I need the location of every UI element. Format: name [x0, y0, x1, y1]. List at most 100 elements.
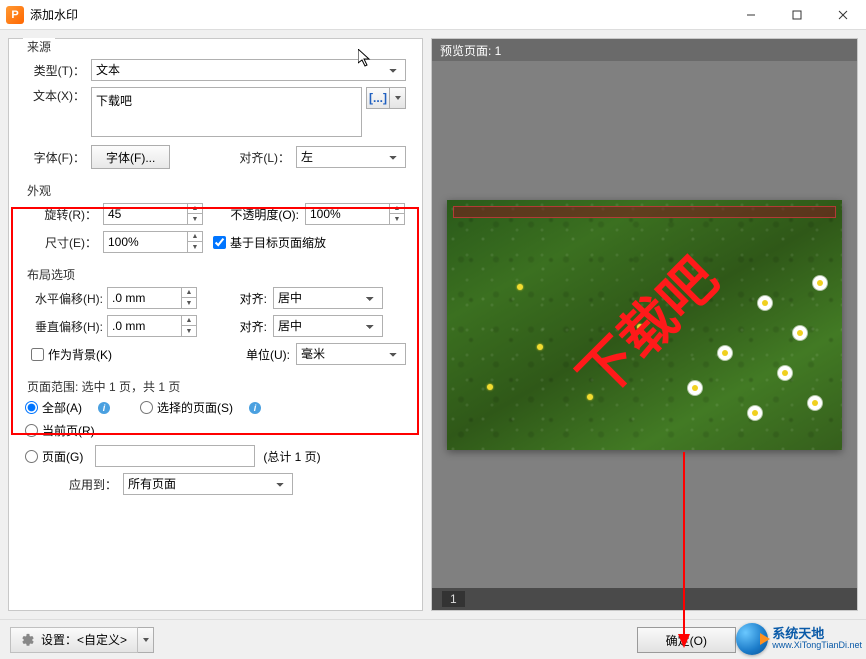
type-label: 类型(T)：	[25, 62, 85, 79]
font-label: 字体(F)：	[25, 149, 85, 166]
chevron-up-icon[interactable]: ▲	[188, 204, 202, 214]
arrow-icon	[760, 633, 770, 645]
flower-icon	[718, 346, 732, 360]
align-label: 对齐(L)：	[230, 149, 290, 166]
group-source-title: 来源	[23, 38, 55, 55]
radio-pages[interactable]: 页面(G)	[25, 448, 83, 465]
chevron-up-icon[interactable]: ▲	[188, 232, 202, 242]
group-appearance: 外观 旋转(R)： ▲▼ 不透明度(O): ▲▼ 尺寸(E)：	[15, 189, 416, 267]
group-pagerange-title: 页面范围: 选中 1 页，共 1 页	[23, 378, 184, 395]
flower-icon	[793, 326, 807, 340]
font-button[interactable]: 字体(F)...	[91, 145, 170, 169]
opacity-label: 不透明度(O):	[209, 206, 299, 223]
pages-hint: (总计 1 页)	[263, 448, 320, 465]
scale-relative-label: 基于目标页面缩放	[230, 234, 326, 251]
as-bg-checkbox[interactable]: 作为背景(K)	[31, 346, 112, 363]
as-bg-check[interactable]	[31, 348, 44, 361]
left-pane: 来源 类型(T)： 文本 文本(X)： 下载吧 [...] 字体(F)： 字体(…	[8, 38, 423, 611]
browse-text-button[interactable]: [...]	[366, 87, 390, 109]
flower-icon	[537, 344, 543, 350]
unit-label: 单位(U):	[220, 346, 290, 363]
minimize-button[interactable]	[728, 0, 774, 30]
branding-en: www.XiTongTianDi.net	[772, 641, 862, 651]
pages-input[interactable]	[95, 445, 255, 467]
settings-dropdown-button[interactable]	[138, 627, 154, 653]
hoffset-label: 水平偏移(H):	[25, 290, 103, 307]
opacity-spinner[interactable]: ▲▼	[305, 203, 405, 225]
applyto-select[interactable]: 所有页面	[123, 473, 293, 495]
group-layout-title: 布局选项	[23, 266, 79, 283]
browse-dropdown-button[interactable]	[390, 87, 406, 109]
right-pane: 预览页面: 1 下载吧 1	[431, 38, 858, 611]
group-pagerange: 页面范围: 选中 1 页，共 1 页 全部(A) i 选择的页面(S) i 当前…	[15, 385, 416, 509]
group-appearance-title: 外观	[23, 182, 55, 199]
flower-icon	[688, 381, 702, 395]
align2-label: 对齐:	[197, 318, 267, 335]
scale-label: 尺寸(E)：	[25, 234, 97, 251]
group-layout: 布局选项 水平偏移(H): ▲▼ 对齐: 居中 垂直偏移(H): ▲▼	[15, 273, 416, 379]
applyto-label: 应用到：	[25, 476, 117, 493]
flower-icon	[808, 396, 822, 410]
branding-cn: 系统天地	[772, 627, 862, 641]
align2-select[interactable]: 居中	[273, 315, 383, 337]
align-select[interactable]: 左	[296, 146, 406, 168]
chevron-down-icon[interactable]: ▼	[188, 214, 202, 224]
title-bar: P 添加水印	[0, 0, 866, 30]
settings-label: 设置：<自定义>	[41, 631, 127, 648]
flower-icon	[517, 284, 523, 290]
radio-selected[interactable]: 选择的页面(S)	[140, 399, 233, 416]
demo-banner	[453, 206, 836, 218]
globe-icon	[736, 623, 768, 655]
align1-select[interactable]: 居中	[273, 287, 383, 309]
voffset-label: 垂直偏移(H):	[25, 318, 103, 335]
group-source: 来源 类型(T)： 文本 文本(X)： 下载吧 [...] 字体(F)： 字体(…	[15, 45, 416, 183]
window-title: 添加水印	[30, 6, 78, 23]
chevron-up-icon[interactable]: ▲	[182, 288, 196, 298]
chevron-up-icon[interactable]: ▲	[182, 316, 196, 326]
text-label: 文本(X)：	[25, 87, 85, 104]
rotate-spinner[interactable]: ▲▼	[103, 203, 203, 225]
content-area: 来源 类型(T)： 文本 文本(X)： 下载吧 [...] 字体(F)： 字体(…	[0, 30, 866, 619]
flower-icon	[748, 406, 762, 420]
chevron-down-icon[interactable]: ▼	[390, 214, 404, 224]
hoffset-spinner[interactable]: ▲▼	[107, 287, 197, 309]
close-button[interactable]	[820, 0, 866, 30]
info-icon[interactable]: i	[249, 402, 261, 414]
scale-relative-checkbox[interactable]: 基于目标页面缩放	[213, 234, 326, 251]
type-select[interactable]: 文本	[91, 59, 406, 81]
scale-input[interactable]	[104, 232, 187, 252]
scale-spinner[interactable]: ▲▼	[103, 231, 203, 253]
radio-all[interactable]: 全部(A)	[25, 399, 82, 416]
preview-header: 预览页面: 1	[432, 39, 857, 61]
preview-area: 下载吧	[432, 61, 857, 588]
flower-icon	[487, 384, 493, 390]
voffset-spinner[interactable]: ▲▼	[107, 315, 197, 337]
flower-icon	[758, 296, 772, 310]
flower-icon	[778, 366, 792, 380]
chevron-down-icon[interactable]: ▼	[188, 242, 202, 252]
rotate-input[interactable]	[104, 204, 187, 224]
branding-logo: 系统天地 www.XiTongTianDi.net	[736, 623, 862, 655]
align1-label: 对齐:	[197, 290, 267, 307]
maximize-button[interactable]	[774, 0, 820, 30]
info-icon[interactable]: i	[98, 402, 110, 414]
ok-button[interactable]: 确定(O)	[637, 627, 736, 653]
chevron-down-icon[interactable]: ▼	[182, 326, 196, 336]
gear-icon	[21, 633, 35, 647]
scale-relative-check[interactable]	[213, 236, 226, 249]
flower-icon	[587, 394, 593, 400]
voffset-input[interactable]	[108, 316, 181, 336]
settings-button[interactable]: 设置：<自定义>	[10, 627, 138, 653]
page-indicator: 1	[432, 588, 857, 610]
unit-select[interactable]: 毫米	[296, 343, 406, 365]
hoffset-input[interactable]	[108, 288, 181, 308]
opacity-input[interactable]	[306, 204, 389, 224]
flower-icon	[813, 276, 827, 290]
text-input[interactable]: 下载吧	[91, 87, 362, 137]
rotate-label: 旋转(R)：	[25, 206, 97, 223]
preview-page: 下载吧	[447, 200, 842, 450]
chevron-down-icon[interactable]: ▼	[182, 298, 196, 308]
radio-current[interactable]: 当前页(R)	[25, 422, 95, 439]
chevron-up-icon[interactable]: ▲	[390, 204, 404, 214]
as-bg-label: 作为背景(K)	[48, 346, 112, 363]
